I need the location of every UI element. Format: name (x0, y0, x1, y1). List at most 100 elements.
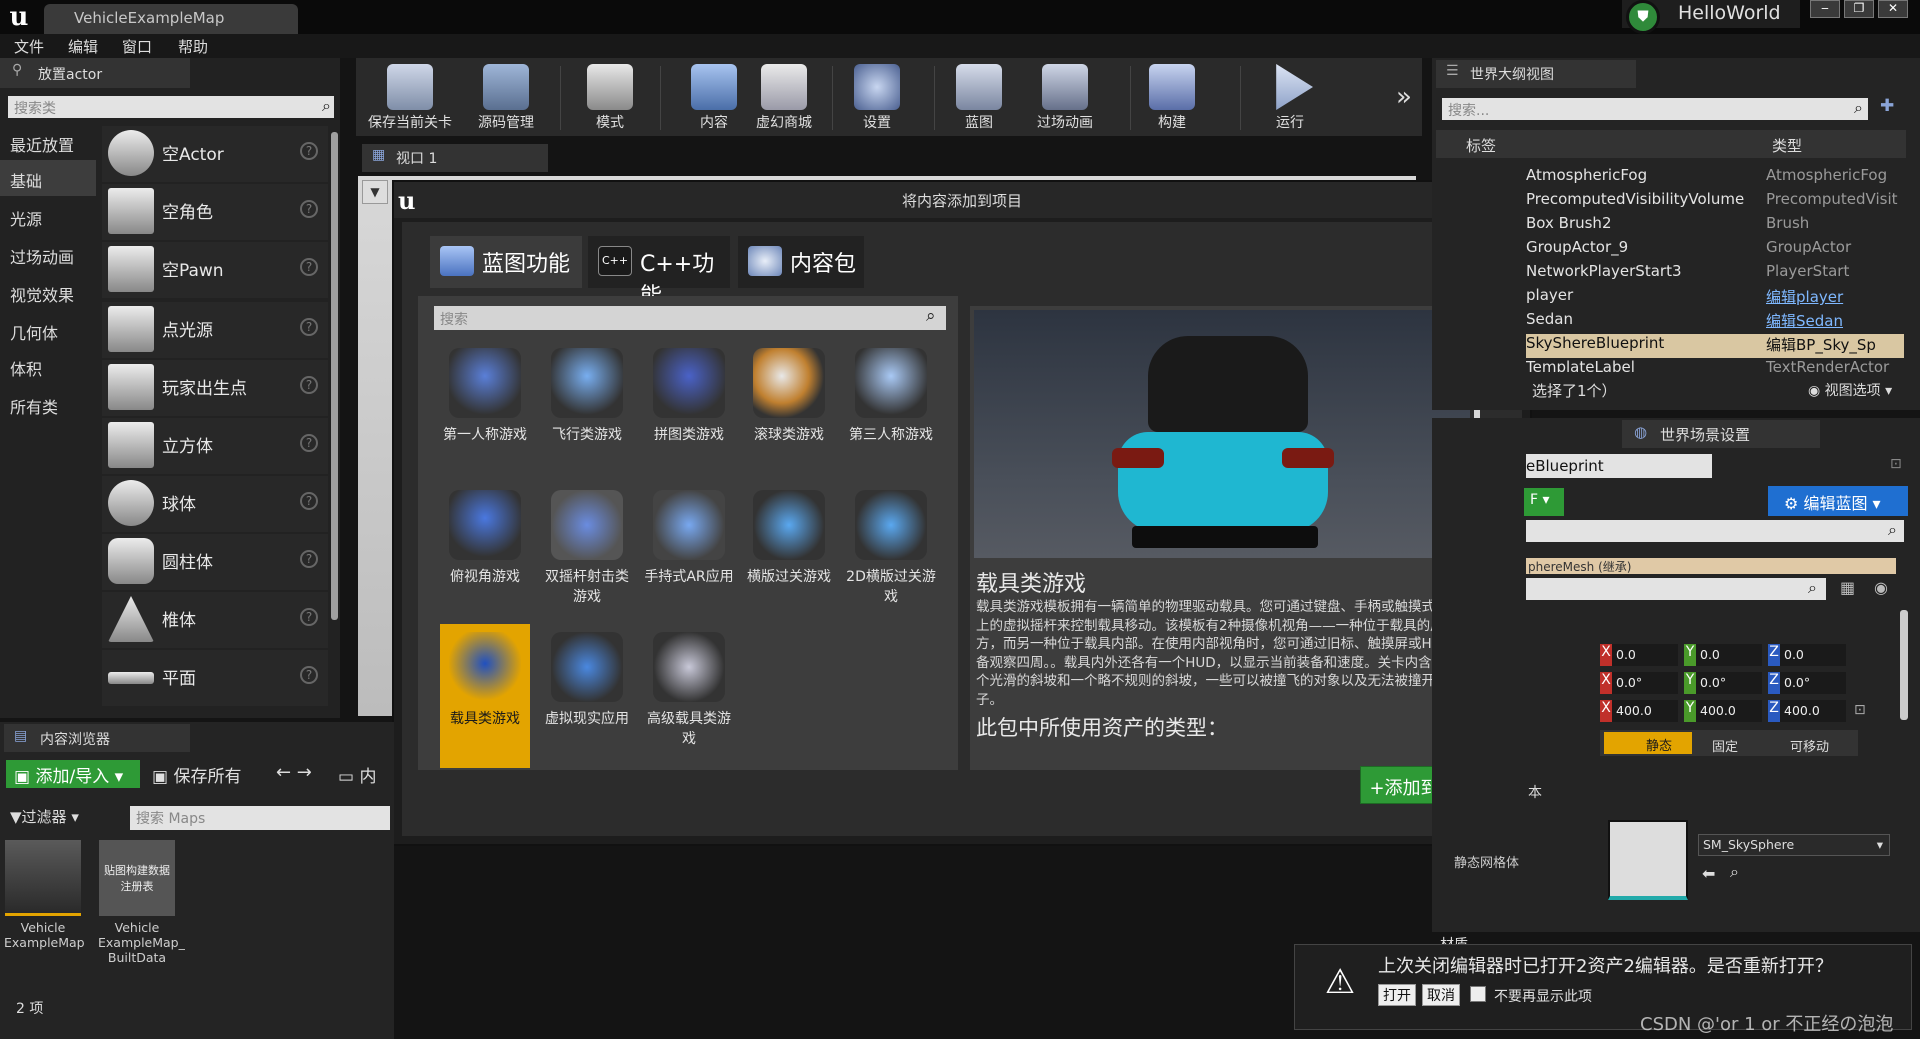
category-all-classes[interactable]: 所有类 (0, 386, 96, 422)
minimize-button[interactable]: ‒ (1810, 0, 1840, 18)
grid-view-icon[interactable]: ▦ (1840, 578, 1855, 597)
rotation-z[interactable]: Z 0.0° (1768, 672, 1848, 694)
template-twin-stick[interactable]: 双摇杆射击类游戏 (542, 482, 632, 622)
details-scrollbar[interactable] (1900, 610, 1908, 720)
template-top-down[interactable]: 俯视角游戏 (440, 482, 530, 622)
component-item[interactable]: phereMesh (继承) (1526, 558, 1896, 574)
add-component-button[interactable]: F ▾ (1524, 488, 1564, 516)
location-z[interactable]: Z 0.0 (1768, 644, 1848, 666)
viewport-tab[interactable]: ▦ 视口 1 (362, 144, 548, 172)
settings-button[interactable]: 设置 (844, 60, 910, 134)
help-icon[interactable]: ? (300, 258, 318, 276)
tab-content-packs[interactable]: 内容包 (738, 236, 864, 288)
edit-blueprint-button[interactable]: ⚙ 编辑蓝图 ▾ (1768, 486, 1908, 516)
template-search-input[interactable]: 搜索 (434, 306, 946, 330)
cancel-button[interactable]: 取消 (1422, 984, 1460, 1006)
browse-search-icon[interactable]: ⌕ (1730, 862, 1739, 882)
location-x[interactable]: X 0.0 (1600, 644, 1680, 666)
static-mesh-picker[interactable]: SM_SkySphere ▾ (1698, 834, 1890, 856)
rotation-x[interactable]: X 0.0° (1600, 672, 1680, 694)
help-icon[interactable]: ? (300, 550, 318, 568)
actor-item[interactable]: 点光源? (102, 302, 328, 358)
template-vr[interactable]: 虚拟现实应用 (542, 624, 632, 764)
history-nav-buttons[interactable]: ← → (276, 762, 312, 783)
outliner-row[interactable]: TemplateLabel TextRenderActor (1526, 358, 1904, 372)
cinematics-button[interactable]: 过场动画 (1020, 60, 1110, 134)
build-button[interactable]: 构建 (1142, 60, 1202, 134)
level-tab[interactable]: VehicleExampleMap (44, 4, 298, 34)
menu-file[interactable]: 文件 (14, 36, 44, 57)
category-geometry[interactable]: 几何体 (0, 312, 96, 348)
asset-tile[interactable]: Vehicle ExampleMap (4, 840, 85, 950)
scale-y[interactable]: Y 400.0 (1684, 700, 1764, 722)
category-volumes[interactable]: 体积 (0, 348, 96, 384)
place-actors-tab[interactable]: ⚲ 放置actor (0, 58, 190, 88)
play-button[interactable]: 运行 (1254, 60, 1326, 134)
category-visual-effects[interactable]: 视觉效果 (0, 274, 96, 310)
scale-x[interactable]: X 400.0 (1600, 700, 1680, 722)
component-search-input[interactable] (1526, 520, 1904, 542)
outliner-row[interactable]: NetworkPlayerStart3 PlayerStart (1526, 262, 1904, 286)
actor-name-field[interactable]: eBlueprint (1526, 454, 1712, 478)
world-outliner-tab[interactable]: ☰ 世界大纲视图 (1436, 60, 1636, 88)
location-y[interactable]: Y 0.0 (1684, 644, 1764, 666)
template-third-person[interactable]: 第三人称游戏 (846, 340, 936, 480)
category-cinematic[interactable]: 过场动画 (0, 236, 96, 272)
maximize-button[interactable]: ❐ (1844, 0, 1874, 18)
details-search-input[interactable] (1526, 578, 1826, 600)
template-2d-side-scroller[interactable]: 2D横版过关游戏 (846, 482, 936, 622)
outliner-row[interactable]: GroupActor_9 GroupActor (1526, 238, 1904, 262)
add-import-button[interactable]: ▣ 添加/导入 ▾ (6, 760, 140, 788)
rotation-y[interactable]: Y 0.0° (1684, 672, 1764, 694)
template-flying[interactable]: 飞行类游戏 (542, 340, 632, 480)
outliner-row[interactable]: Box Brush2 Brush (1526, 214, 1904, 238)
template-side-scroller[interactable]: 横版过关游戏 (744, 482, 834, 622)
column-type[interactable]: 类型 (1772, 135, 1802, 156)
mobility-movable-button[interactable]: 可移动 (1790, 736, 1829, 755)
tab-blueprint-features[interactable]: 蓝图功能 (430, 236, 582, 288)
search-icon[interactable]: ⌕ (1854, 98, 1863, 118)
blueprints-button[interactable]: 蓝图 (946, 60, 1012, 134)
actor-item[interactable]: 球体? (102, 476, 328, 532)
actor-item[interactable]: 圆柱体? (102, 534, 328, 590)
dont-show-checkbox[interactable] (1470, 986, 1486, 1002)
world-settings-tab[interactable]: ◍ 世界场景设置 (1622, 420, 1820, 448)
actor-item[interactable]: 空角色? (102, 184, 328, 240)
save-all-button[interactable]: ▣ 保存所有 (152, 762, 241, 787)
outliner-row[interactable]: PrecomputedVisibilityVolume PrecomputedVi… (1526, 190, 1904, 214)
help-icon[interactable]: ? (300, 376, 318, 394)
eye-icon[interactable]: ◉ (1874, 578, 1888, 597)
outliner-row-selected[interactable]: SkyShereBlueprint 编辑BP_Sky_Sp (1526, 334, 1904, 358)
search-icon[interactable]: ⌕ (322, 96, 331, 116)
mobility-stationary-button[interactable]: 固定 (1712, 736, 1738, 755)
actor-item[interactable]: 椎体? (102, 592, 328, 648)
filter-button[interactable]: ▼过滤器 ▾ (10, 806, 79, 827)
column-label[interactable]: 标签 (1466, 135, 1496, 156)
view-options-button[interactable]: ◉ 视图选项 ▾ (1808, 380, 1892, 400)
open-button[interactable]: 打开 (1378, 984, 1416, 1006)
actor-item[interactable]: 平面? (102, 650, 328, 706)
lock-icon[interactable]: ⊡ (1854, 702, 1866, 718)
content-browser-tab[interactable]: ▤ 内容浏览器 (4, 724, 190, 752)
use-selected-arrow-icon[interactable]: ⬅ (1702, 864, 1715, 883)
actor-item[interactable]: 玩家出生点? (102, 360, 328, 416)
place-scrollbar[interactable] (331, 132, 338, 620)
asset-search-input[interactable]: 搜索 Maps (130, 806, 390, 830)
help-icon[interactable]: ? (300, 608, 318, 626)
category-recent[interactable]: 最近放置 (0, 124, 96, 160)
close-window-button[interactable]: ✕ (1878, 0, 1908, 18)
viewport-options-dropdown[interactable]: ▼ (362, 180, 388, 204)
template-vehicle[interactable]: 载具类游戏 (440, 624, 530, 768)
source-control-button[interactable]: 源码管理 (464, 60, 548, 134)
outliner-search-input[interactable]: 搜索... (1442, 98, 1868, 120)
tab-cpp-features[interactable]: C++C++功能 (588, 236, 730, 309)
place-search-input[interactable]: 搜索类 (8, 96, 334, 118)
category-basic[interactable]: 基础 (0, 160, 96, 196)
toolbar-more-button[interactable]: » (1396, 82, 1412, 112)
outliner-row[interactable]: AtmosphericFog AtmosphericFog (1526, 166, 1904, 190)
template-rolling[interactable]: 滚球类游戏 (744, 340, 834, 480)
asset-tile[interactable]: 贴图构建数据注册表 Vehicle ExampleMap_ BuiltData (98, 840, 185, 965)
actor-item[interactable]: 空Pawn? (102, 242, 328, 298)
template-first-person[interactable]: 第一人称游戏 (440, 340, 530, 480)
path-breadcrumb[interactable]: ▭ 内 (338, 762, 376, 787)
